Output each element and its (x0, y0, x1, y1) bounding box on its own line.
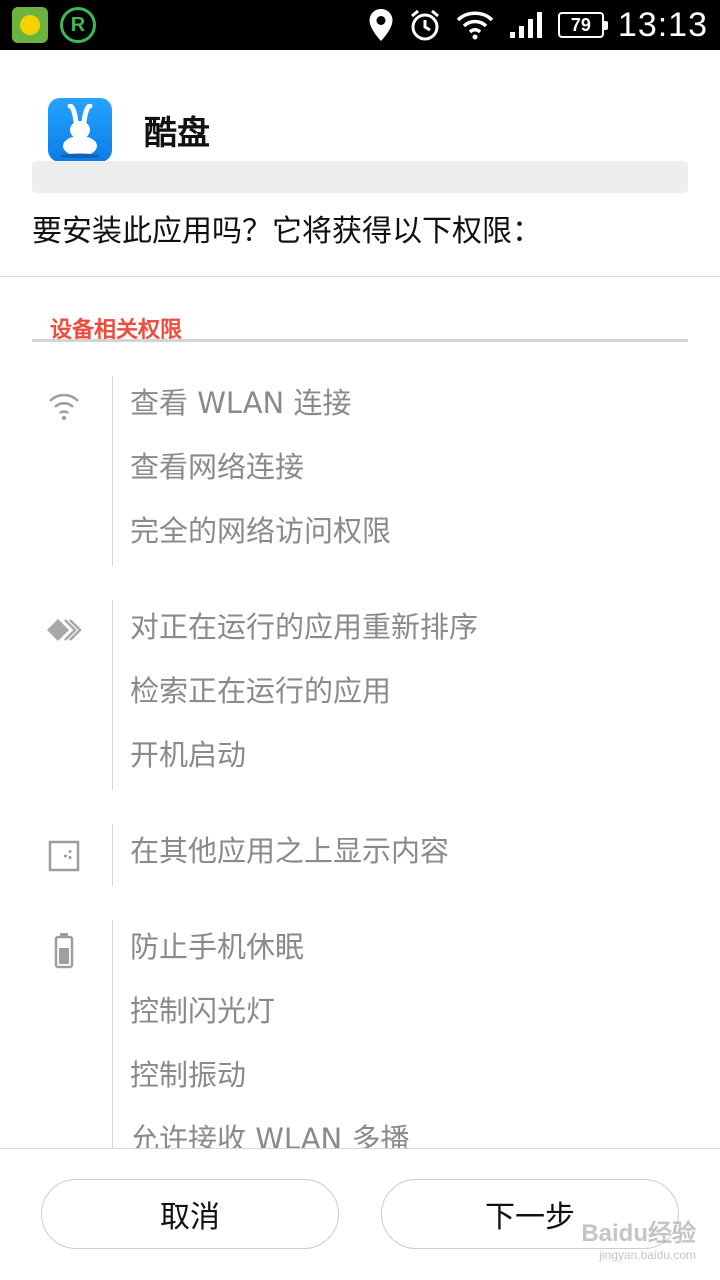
cancel-button[interactable]: 取消 (41, 1179, 339, 1249)
permission-item: 防止手机休眠 (130, 930, 305, 964)
wifi-icon (44, 384, 84, 424)
notification-r-icon: R (60, 7, 96, 43)
permission-item: 检索正在运行的应用 (130, 674, 392, 708)
permission-item: 查看 WLAN 连接 (130, 386, 352, 420)
app-logo-icon (48, 98, 112, 162)
permission-item: 控制振动 (130, 1058, 247, 1092)
group-divider (112, 824, 113, 886)
permission-item: 在其他应用之上显示内容 (130, 834, 450, 868)
permission-item: 控制闪光灯 (130, 994, 276, 1028)
status-bar: R 79 13:13 (0, 0, 720, 50)
battery-indicator: 79 (557, 12, 608, 38)
location-icon (368, 8, 394, 42)
apps-stack-icon (44, 610, 84, 650)
app-name: 酷盘 (144, 113, 210, 152)
notification-app-icon (12, 7, 48, 43)
wifi-icon (456, 10, 494, 40)
baidu-watermark: Baidu经验 jingyan.baidu.com (581, 1213, 696, 1262)
battery-level: 79 (570, 14, 591, 35)
button-bar: 取消 下一步 Baidu经验 jingyan.baidu.com (0, 1149, 720, 1280)
group-divider (112, 920, 113, 1150)
group-divider (112, 600, 113, 790)
permission-item: 查看网络连接 (130, 450, 305, 484)
install-header: 酷盘 要安装此应用吗？它将获得以下权限： (0, 50, 720, 276)
install-question: 要安装此应用吗？它将获得以下权限： (32, 214, 542, 249)
watermark-url: jingyan.baidu.com (599, 1248, 696, 1262)
header-divider (0, 276, 720, 277)
status-clock: 13:13 (617, 5, 708, 44)
permission-item: 对正在运行的应用重新排序 (130, 610, 479, 644)
overlay-window-icon (44, 836, 84, 876)
signal-icon (508, 10, 544, 40)
battery-icon (44, 930, 84, 970)
alarm-icon (408, 8, 442, 42)
section-underline (32, 339, 688, 342)
progress-placeholder (32, 161, 688, 193)
group-divider (112, 376, 113, 566)
watermark-brand: Baidu经验 (581, 1220, 696, 1247)
permission-item: 完全的网络访问权限 (130, 514, 392, 548)
permission-item: 开机启动 (130, 738, 247, 772)
